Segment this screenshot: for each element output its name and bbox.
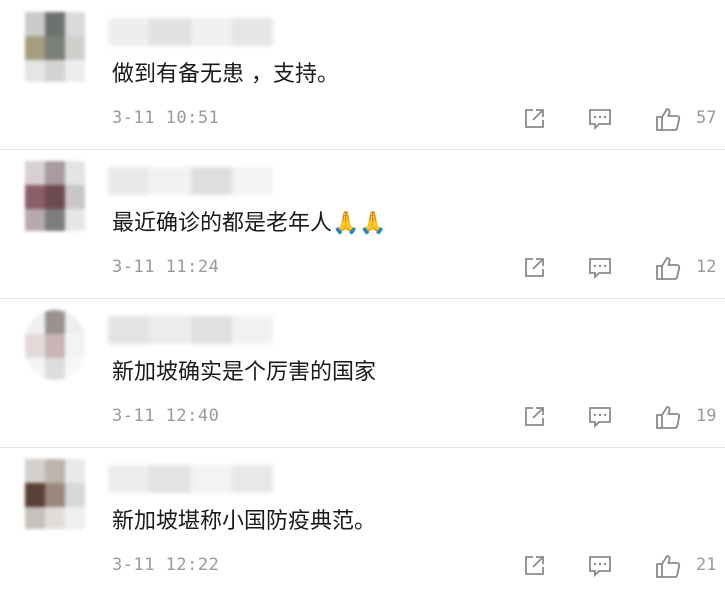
share-button[interactable] (520, 553, 548, 579)
like-button[interactable] (654, 404, 682, 430)
reply-button[interactable] (586, 255, 614, 281)
comment-item: 最近确诊的都是老年人🙏🙏 3-11 11:24 12 (0, 149, 725, 299)
thumbs-up-icon (656, 555, 681, 578)
avatar[interactable] (25, 459, 85, 529)
avatar[interactable] (25, 12, 85, 82)
reply-button[interactable] (586, 106, 614, 132)
like-count: 57 (696, 108, 717, 128)
comment-text: 最近确诊的都是老年人🙏🙏 (112, 211, 387, 236)
thumbs-up-icon (656, 108, 681, 131)
comment-text: 新加坡确实是个厉害的国家 (112, 360, 377, 385)
share-icon (525, 109, 544, 128)
thumbs-up-icon (656, 257, 681, 280)
comment-icon (589, 109, 611, 131)
comment-item: 新加坡确实是个厉害的国家 3-11 12:40 19 (0, 298, 725, 448)
comment-icon (589, 258, 611, 280)
share-button[interactable] (520, 106, 548, 132)
username[interactable] (108, 167, 273, 195)
comment-icon (589, 407, 611, 429)
share-icon (525, 407, 544, 426)
comment-time: 3-11 12:22 (112, 555, 220, 575)
reply-button[interactable] (586, 553, 614, 579)
comment-text: 新加坡堪称小国防疫典范。 (112, 509, 377, 534)
comment-time: 3-11 12:40 (112, 406, 220, 426)
comment-text: 做到有备无患 ，支持。 (112, 62, 339, 87)
like-count: 19 (696, 406, 717, 426)
like-count: 21 (696, 555, 717, 575)
share-button[interactable] (520, 404, 548, 430)
comment-item: 新加坡堪称小国防疫典范。 3-11 12:22 21 (0, 447, 725, 596)
like-button[interactable] (654, 106, 682, 132)
like-button[interactable] (654, 553, 682, 579)
share-icon (525, 258, 544, 277)
username[interactable] (108, 465, 273, 493)
avatar[interactable] (25, 310, 85, 380)
reply-button[interactable] (586, 404, 614, 430)
avatar[interactable] (25, 161, 85, 231)
thumbs-up-icon (656, 406, 681, 429)
like-button[interactable] (654, 255, 682, 281)
username[interactable] (108, 316, 273, 344)
share-icon (525, 556, 544, 575)
comment-item: 做到有备无患 ，支持。 3-11 10:51 57 (0, 0, 725, 150)
username[interactable] (108, 18, 273, 46)
share-button[interactable] (520, 255, 548, 281)
like-count: 12 (696, 257, 717, 277)
comment-icon (589, 556, 611, 578)
comment-time: 3-11 11:24 (112, 257, 220, 277)
comment-time: 3-11 10:51 (112, 108, 220, 128)
